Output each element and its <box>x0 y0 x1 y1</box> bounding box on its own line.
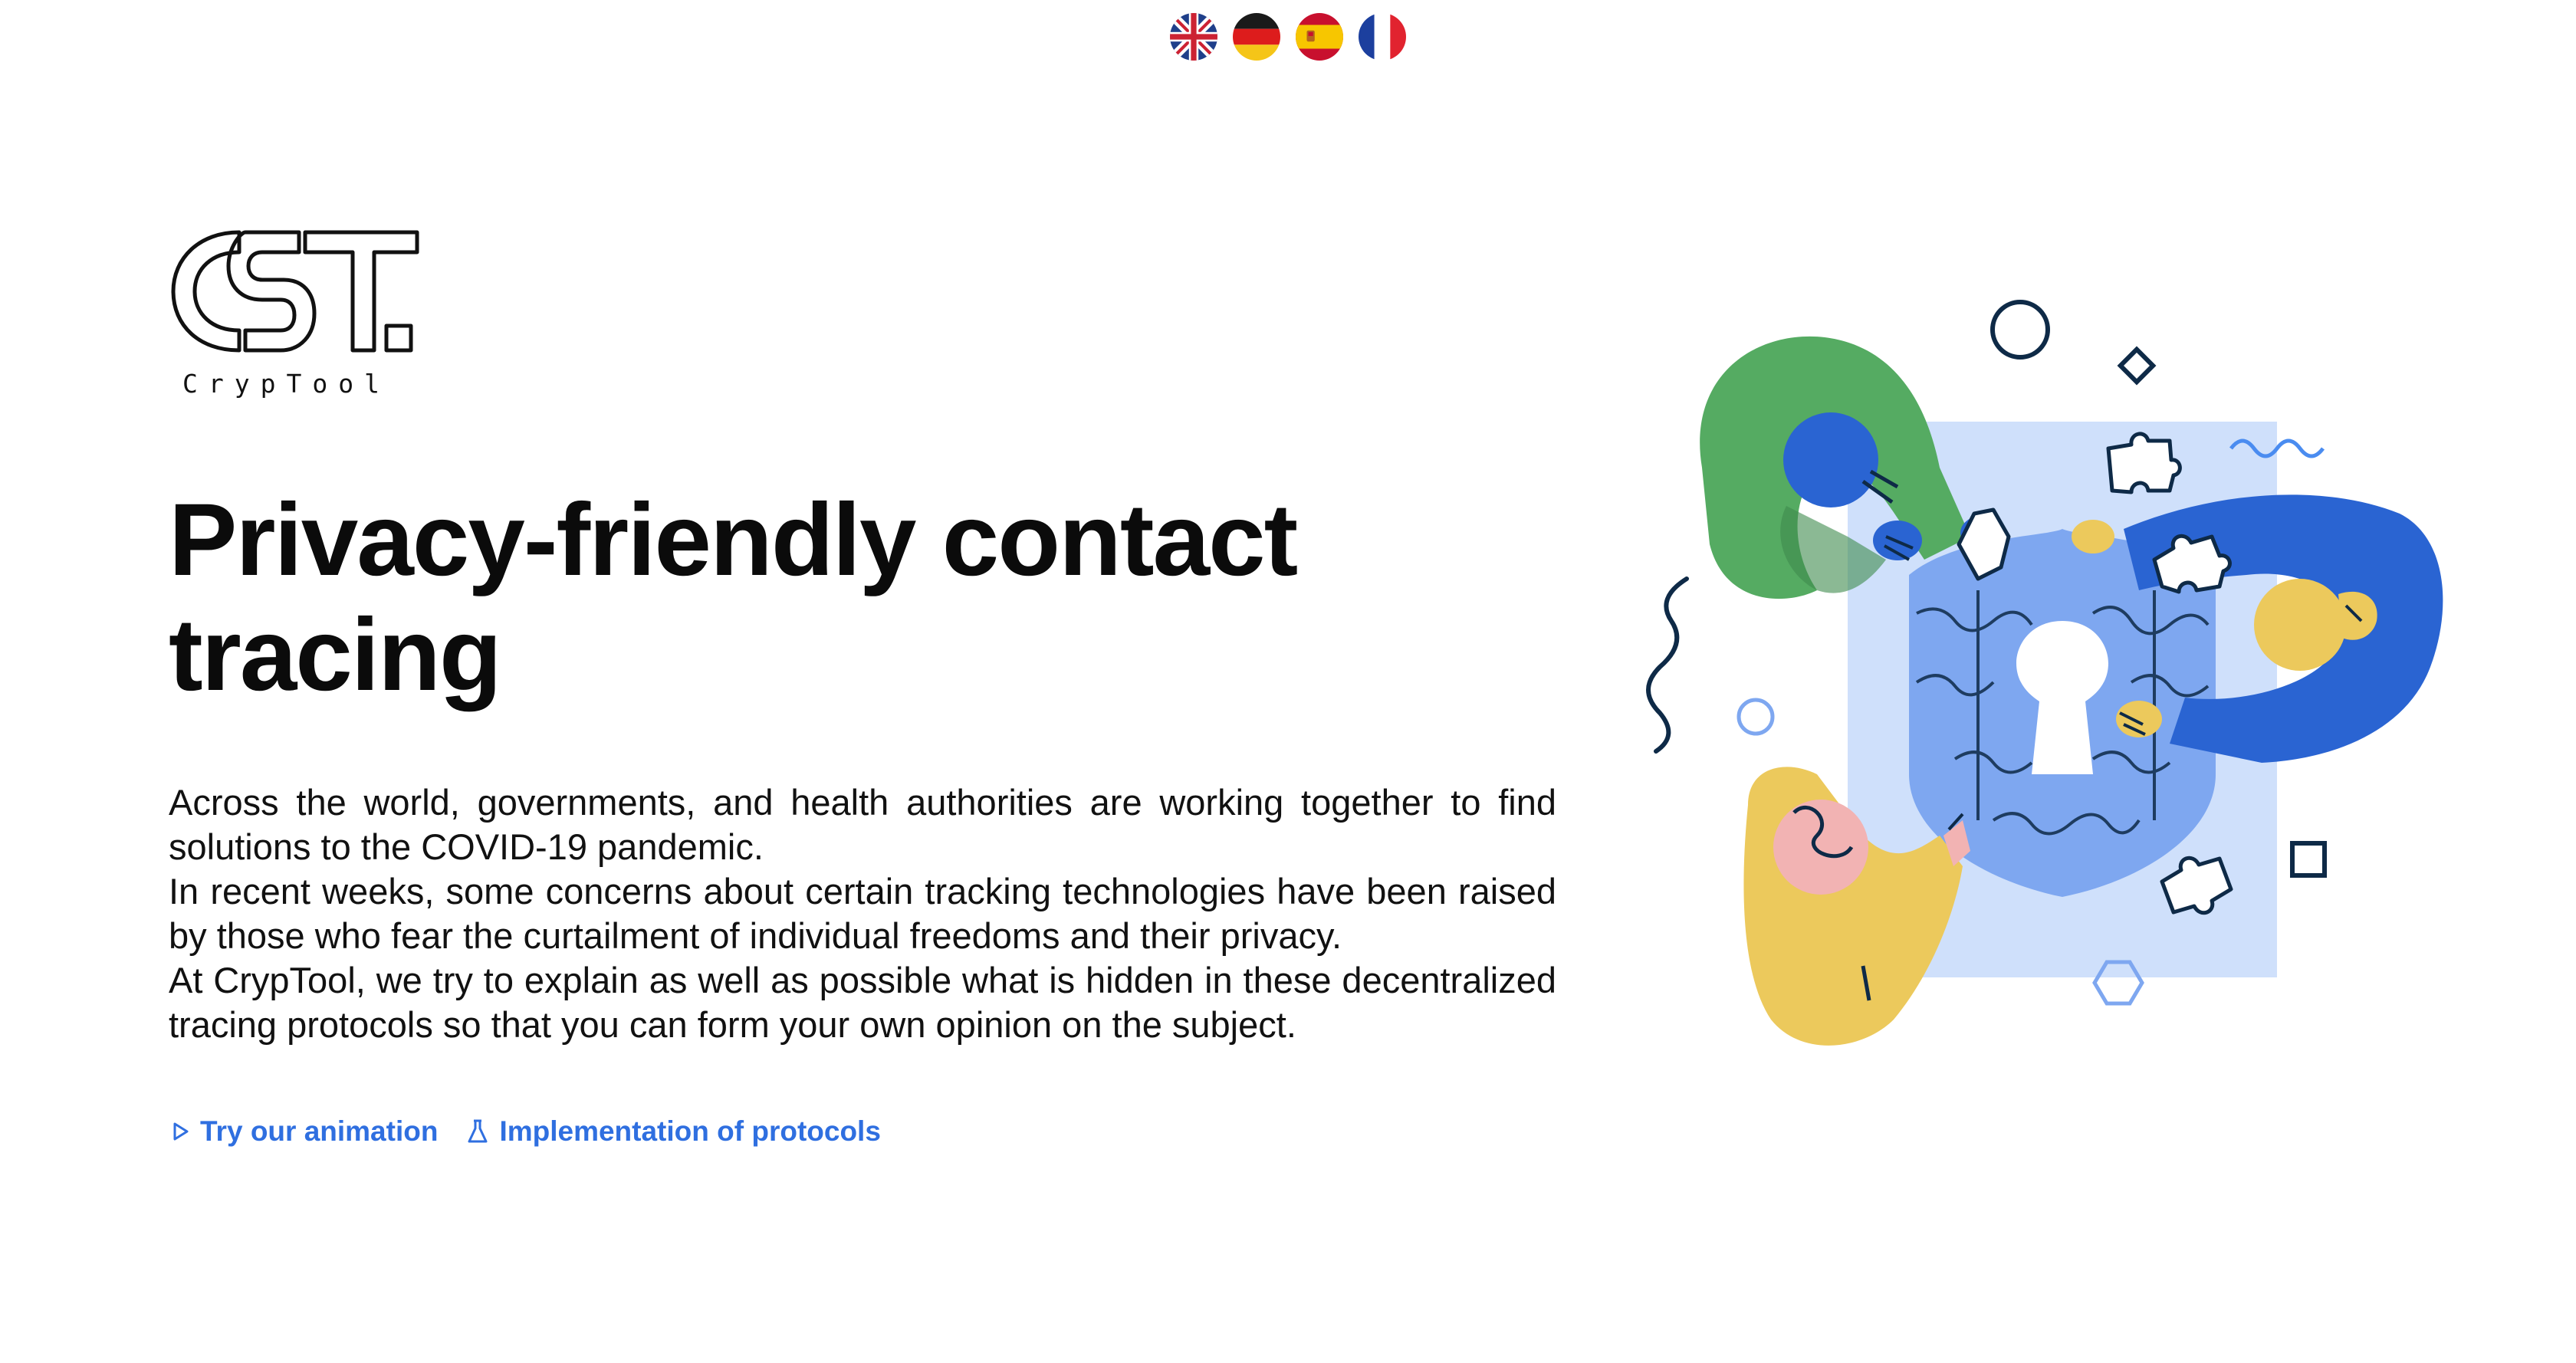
flag-en-icon[interactable] <box>1170 13 1217 61</box>
play-icon <box>173 1122 189 1141</box>
try-animation-link[interactable]: Try our animation <box>172 1115 438 1148</box>
square-shape-icon <box>2290 841 2327 878</box>
cryptool-logo-mark <box>171 230 419 353</box>
circle-shape-icon <box>1990 300 2050 360</box>
yellow-person-head <box>1773 800 1868 895</box>
intro-paragraph: In recent weeks, some concerns about cer… <box>169 871 1556 956</box>
page: CrypTool Privacy-friendly contact tracin… <box>0 0 2576 1363</box>
squiggle-shape-icon <box>1646 576 1689 754</box>
logo-wordmark: CrypTool <box>182 369 390 399</box>
small-circle-icon <box>1737 698 1775 736</box>
blue-person-head <box>2254 579 2346 671</box>
implementation-label: Implementation of protocols <box>499 1115 881 1147</box>
intro-paragraph: At CrypTool, we try to explain as well a… <box>169 960 1556 1045</box>
language-selector <box>0 13 2576 61</box>
intro-paragraph: Across the world, governments, and healt… <box>169 782 1556 867</box>
page-title: Privacy-friendly contact tracing <box>169 483 1298 712</box>
flag-de-icon[interactable] <box>1233 13 1280 61</box>
flag-fr-icon[interactable] <box>1359 13 1406 61</box>
try-animation-label: Try our animation <box>200 1115 439 1147</box>
green-person-head <box>1783 412 1878 507</box>
intro-text: Across the world, governments, and healt… <box>169 780 1556 1047</box>
action-links: Try our animation Implementation of prot… <box>172 1115 881 1148</box>
diamond-shape-icon <box>2117 346 2157 386</box>
flag-es-icon[interactable] <box>1296 13 1343 61</box>
hero-illustration <box>1633 284 2446 1089</box>
flask-icon <box>468 1119 488 1143</box>
implementation-link[interactable]: Implementation of protocols <box>467 1115 881 1148</box>
cryptool-logo[interactable]: CrypTool <box>169 218 422 399</box>
